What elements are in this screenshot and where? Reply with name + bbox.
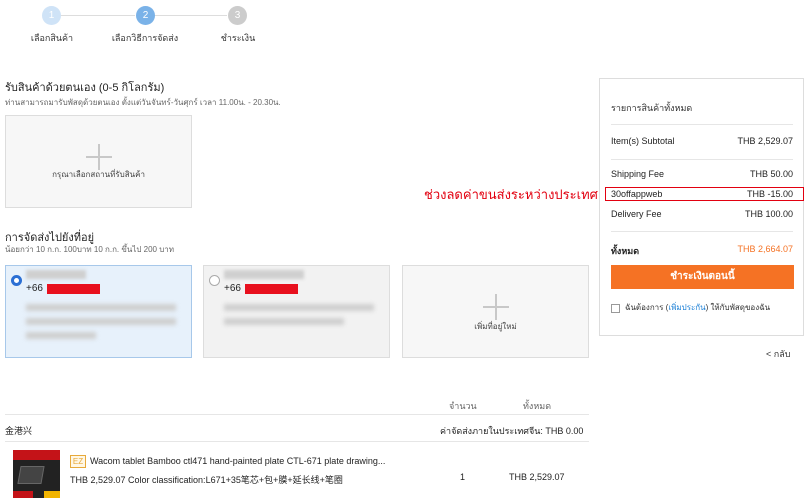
select-pickup-location-button[interactable]: กรุณาเลือกสถานที่รับสินค้า [5,115,192,208]
address-line-redacted [26,332,96,339]
plus-icon [85,144,112,170]
total-value: THB 2,664.07 [737,244,793,254]
back-link[interactable]: < กลับ [766,347,790,361]
step-1-label: เลือกสินค้า [30,33,74,43]
pickup-subtitle: ท่านสามารถมารับพัสดุด้วยตนเอง ตั้งแต่วัน… [5,98,281,107]
item-quantity: 1 [460,472,466,482]
product-price-variant: THB 2,529.07 Color classification:L671+3… [70,475,343,485]
subtotal-value: THB 2,529.07 [737,136,793,146]
product-image-tag [44,491,60,498]
product-image-banner [13,450,60,460]
address-name-redacted [26,270,86,279]
checkout-stepper: 1 2 3 เลือกสินค้า เลือกวิธีการจัดส่ง ชำร… [0,4,300,44]
item-line-total: THB 2,529.07 [509,472,565,482]
delivery-fee-row: Delivery Fee THB 100.00 [611,209,793,219]
voucher-row: 30offappweb THB -15.00 [611,189,793,199]
pickup-title: รับสินค้าด้วยตนเอง (0-5 กิโลกรัม) [5,82,165,94]
col-header-total: ทั้งหมด [523,401,552,411]
col-header-qty: จำนวน [449,401,477,411]
add-insurance-link[interactable]: เพิ่มประกัน [668,303,705,312]
step-3-circle: 3 [228,6,247,25]
address-radio[interactable] [209,275,220,286]
total-row: ทั้งหมด THB 2,664.07 [611,244,793,258]
tablet-shape [17,466,45,484]
product-image-tag [13,491,33,498]
shipping-fee-value: THB 50.00 [749,169,793,179]
phone-redaction [245,284,298,294]
phone-redaction [47,284,100,294]
step-3-label: ชำระเงิน [220,33,256,43]
address-phone: +66 [26,283,43,294]
delivery-fee-value: THB 100.00 [744,209,793,219]
insurance-text-pre: ฉันต้องการ ( [625,303,669,312]
address-line-redacted [224,318,344,325]
select-pickup-label: กรุณาเลือกสถานที่รับสินค้า [52,170,145,179]
divider [5,414,589,415]
total-label: ทั้งหมด [611,246,640,256]
subtotal-row: Item(s) Subtotal THB 2,529.07 [611,136,793,146]
ez-badge: EZ [70,455,86,468]
product-name-link[interactable]: Wacom tablet Bamboo ctl471 hand-painted … [90,456,385,466]
add-address-button[interactable]: เพิ่มที่อยู่ใหม่ [402,265,589,358]
add-address-label: เพิ่มที่อยู่ใหม่ [474,322,517,331]
step-2-circle: 2 [136,6,155,25]
divider [611,124,793,125]
address-line-redacted [224,304,374,311]
address-card-1[interactable]: +66 [5,265,192,358]
voucher-code: 30offappweb [611,189,663,199]
discount-annotation: ช่วงลดค่าขนส่งระหว่างประเทศ [424,187,598,202]
shipping-fee-label: Shipping Fee [611,169,665,179]
address-phone: +66 [224,283,241,294]
plus-icon [482,294,509,320]
subtotal-label: Item(s) Subtotal [611,136,675,146]
step-1-circle: 1 [42,6,61,25]
step-connector [155,15,227,16]
divider [611,231,793,232]
insurance-checkbox[interactable] [611,304,620,313]
voucher-value: THB -15.00 [746,189,793,199]
summary-header: รายการสินค้าทั้งหมด [611,103,693,113]
step-2-label: เลือกวิธีการจัดส่ง [111,33,179,43]
pay-now-button[interactable]: ชำระเงินตอนนี้ [611,265,794,289]
divider [611,159,793,160]
domestic-shipping: ค่าจัดส่งภายในประเทศจีน: THB 0.00 [440,426,584,436]
insurance-text-post: ) ให้กับพัสดุของฉัน [705,303,771,312]
insurance-text: ฉันต้องการ (เพิ่มประกัน) ให้กับพัสดุของฉ… [625,302,795,314]
product-image[interactable] [13,450,60,498]
delivery-fee-label: Delivery Fee [611,209,662,219]
address-radio[interactable] [11,275,22,286]
seller-name: 金港兴 [5,426,33,436]
order-summary: รายการสินค้าทั้งหมด Item(s) Subtotal THB… [599,78,804,336]
address-line-redacted [26,304,176,311]
address-line-redacted [26,318,176,325]
address-name-redacted [224,270,304,279]
step-connector [61,15,135,16]
delivery-subtitle: น้อยกว่า 10 ก.ก. 100บาท 10 ก.ก. ขึ้นไป 2… [5,245,175,254]
shipping-fee-row: Shipping Fee THB 50.00 [611,169,793,179]
divider [5,441,589,442]
address-card-2[interactable]: +66 [203,265,390,358]
